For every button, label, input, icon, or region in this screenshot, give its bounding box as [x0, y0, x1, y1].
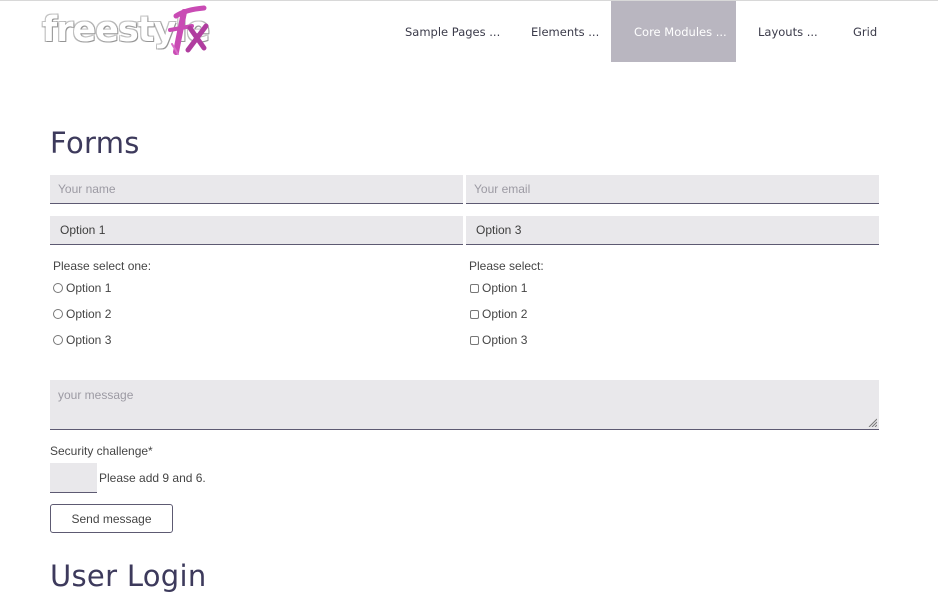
radio-group-label: Please select one:: [53, 259, 152, 273]
email-input-placeholder: Your email: [474, 182, 531, 196]
message-placeholder: your message: [58, 388, 134, 402]
radio-option-1[interactable]: Option 1: [53, 281, 111, 295]
radio-option-label: Option 3: [66, 333, 112, 347]
checkbox-option-1[interactable]: Option 1: [470, 281, 527, 295]
user-login-title: User Login: [50, 559, 207, 593]
main-nav: Sample Pages ... Elements ... Core Modul…: [390, 1, 891, 62]
radio-option-3[interactable]: Option 3: [53, 333, 111, 347]
radio-button[interactable]: [53, 283, 63, 293]
nav-item-label: Sample Pages ...: [405, 24, 501, 39]
security-challenge-label: Security challenge*: [50, 444, 153, 458]
message-textarea[interactable]: your message: [50, 380, 879, 430]
checkbox-option-2[interactable]: Option 2: [470, 307, 527, 321]
resize-grip-icon[interactable]: [868, 418, 877, 427]
select-right-value: Option 3: [476, 223, 522, 237]
logo-fx-mark: [168, 5, 209, 55]
checkbox[interactable]: [470, 283, 479, 293]
nav-item-label: Layouts ...: [758, 24, 818, 39]
select-left[interactable]: Option 1: [50, 216, 463, 245]
nav-item-core-modules[interactable]: Core Modules ...: [611, 1, 736, 62]
logo[interactable]: freestyle: [40, 4, 210, 56]
radio-button[interactable]: [53, 309, 63, 319]
checkbox[interactable]: [470, 335, 479, 345]
forms-title: Forms: [50, 126, 140, 160]
email-input[interactable]: Your email: [466, 175, 879, 204]
checkbox-option-label: Option 1: [482, 281, 528, 295]
radio-option-label: Option 1: [66, 281, 112, 295]
select-left-value: Option 1: [60, 223, 106, 237]
checkbox[interactable]: [470, 309, 479, 319]
nav-item-label: Grid: [853, 24, 878, 39]
checkbox-option-3[interactable]: Option 3: [470, 333, 527, 347]
checkbox-group-label: Please select:: [469, 259, 544, 273]
name-input[interactable]: Your name: [50, 175, 463, 204]
checkbox-option-label: Option 3: [482, 333, 528, 347]
radio-option-label: Option 2: [66, 307, 112, 321]
nav-item-label: Core Modules ...: [634, 24, 727, 39]
security-question: Please add 9 and 6.: [99, 471, 206, 485]
name-input-placeholder: Your name: [58, 182, 116, 196]
nav-item-grid[interactable]: Grid: [831, 1, 891, 62]
nav-item-elements[interactable]: Elements ...: [516, 1, 611, 62]
security-answer-input[interactable]: [50, 463, 97, 493]
checkbox-option-label: Option 2: [482, 307, 528, 321]
send-message-button[interactable]: Send message: [50, 504, 173, 533]
radio-option-2[interactable]: Option 2: [53, 307, 111, 321]
select-right[interactable]: Option 3: [466, 216, 879, 245]
send-message-label: Send message: [71, 511, 152, 526]
nav-item-label: Elements ...: [531, 24, 600, 39]
nav-item-sample-pages[interactable]: Sample Pages ...: [390, 1, 516, 62]
nav-item-layouts[interactable]: Layouts ...: [736, 1, 831, 62]
radio-button[interactable]: [53, 335, 63, 345]
